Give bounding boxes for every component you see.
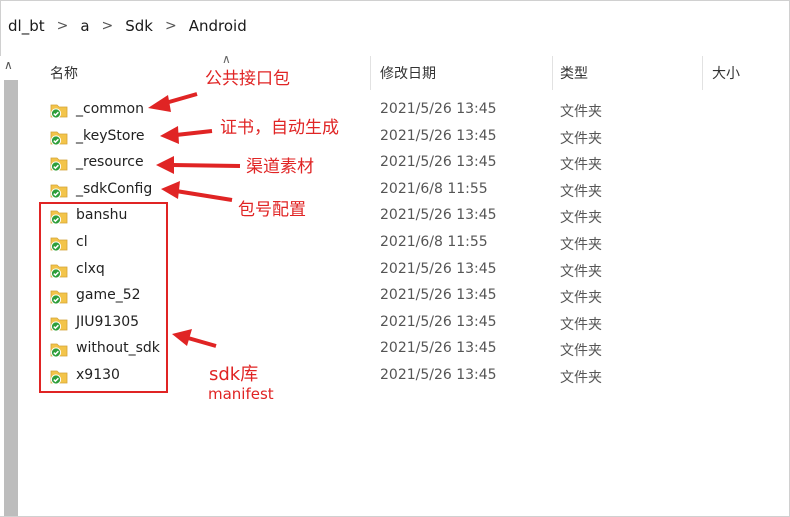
arrow-icon [156, 156, 241, 174]
annotation-label: 包号配置 [238, 200, 306, 220]
annotation-label: 渠道素材 [246, 157, 314, 177]
annotation-label: 公共接口包 [205, 69, 290, 89]
arrow-icon [161, 181, 233, 202]
annotation-label: sdk库 [209, 364, 259, 385]
annotation-label: manifest [208, 385, 274, 403]
arrow-icon [160, 126, 213, 144]
arrow-icon [172, 329, 217, 348]
annotation-arrows [148, 92, 241, 348]
arrow-icon [148, 92, 198, 112]
annotation-label: 证书，自动生成 [220, 118, 339, 138]
